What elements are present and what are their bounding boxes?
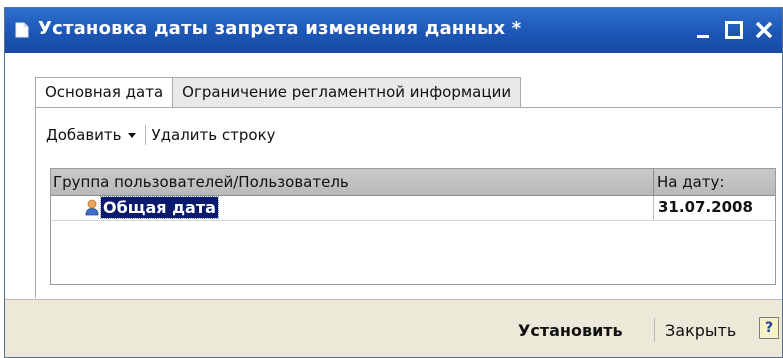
column-header-date[interactable]: На дату: [657, 173, 724, 191]
title-bar[interactable]: Установка даты запрета изменения данных … [5, 8, 782, 53]
row-name-cell[interactable]: Общая дата [100, 196, 219, 219]
column-divider [653, 196, 654, 220]
table-header: Группа пользователей/Пользователь На дат… [51, 169, 775, 196]
tab-panel: Добавить Удалить строку Группа пользоват… [35, 107, 783, 298]
toolbar-separator [144, 125, 146, 145]
column-header-user-group[interactable]: Группа пользователей/Пользователь [53, 173, 349, 191]
user-icon [85, 199, 99, 216]
add-button-label: Добавить [46, 126, 122, 144]
close-icon[interactable] [752, 17, 776, 43]
set-button[interactable]: Установить [518, 321, 623, 340]
tab-strip: Основная дата Ограничение регламентной и… [35, 77, 522, 108]
tab-regulatory-restriction[interactable]: Ограничение регламентной информации [173, 77, 522, 108]
tab-main-date[interactable]: Основная дата [35, 77, 174, 108]
column-divider [653, 169, 654, 195]
close-button[interactable]: Закрыть [665, 321, 736, 340]
footer-separator [654, 318, 655, 342]
maximize-icon[interactable] [722, 17, 746, 43]
dialog-footer: Установить Закрыть ? [5, 299, 782, 357]
minimize-icon[interactable] [692, 17, 716, 43]
delete-row-button[interactable]: Удалить строку [152, 126, 276, 144]
dialog-window: Установка даты запрета изменения данных … [4, 7, 783, 358]
row-date-cell[interactable]: 31.07.2008 [658, 198, 753, 216]
document-icon [15, 22, 29, 38]
window-title: Установка даты запрета изменения данных … [38, 18, 522, 39]
users-date-table[interactable]: Группа пользователей/Пользователь На дат… [50, 168, 776, 285]
toolbar: Добавить Удалить строку [46, 124, 276, 146]
help-button[interactable]: ? [759, 317, 779, 339]
dropdown-arrow-icon [127, 133, 136, 138]
add-button[interactable]: Добавить [46, 126, 138, 144]
table-row[interactable]: Общая дата 31.07.2008 [51, 196, 775, 221]
window-controls [692, 17, 776, 43]
